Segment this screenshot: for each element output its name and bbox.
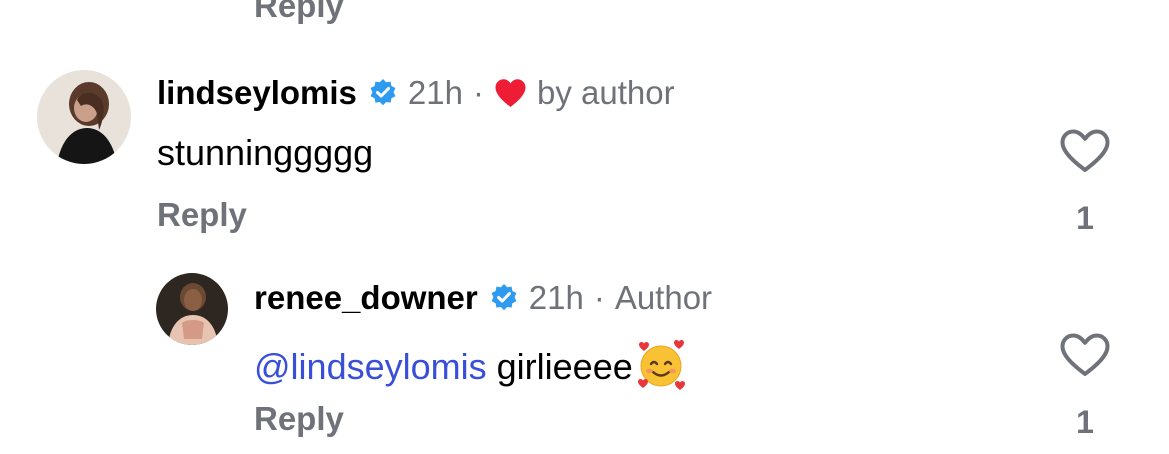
avatar[interactable] — [37, 70, 131, 164]
username[interactable]: renee_downer — [254, 281, 478, 314]
avatar[interactable] — [156, 273, 228, 345]
mention-link[interactable]: @lindseylomis — [254, 346, 487, 387]
smiling-face-with-hearts-icon — [635, 339, 687, 391]
separator-dot: · — [472, 74, 484, 111]
timestamp: 21h — [407, 74, 463, 111]
username[interactable]: lindseylomis — [157, 76, 357, 109]
like-heart-icon[interactable] — [1059, 128, 1111, 174]
heart-icon — [494, 78, 527, 108]
liked-by-author-label: by author — [536, 74, 675, 111]
previous-comment-reply-button[interactable]: Reply — [254, 0, 344, 22]
comment-text: @lindseylomis girlieeee — [254, 339, 687, 391]
comment-text: stunninggggg — [157, 132, 374, 173]
like-heart-icon[interactable] — [1059, 332, 1111, 378]
author-badge: Author — [614, 279, 713, 316]
reply-button[interactable]: Reply — [157, 198, 247, 231]
reply-button[interactable]: Reply — [254, 402, 344, 435]
comment-header: renee_downer 21h · Author — [254, 281, 712, 314]
like-count[interactable]: 1 — [1065, 202, 1105, 234]
verified-badge-icon — [368, 78, 398, 108]
timestamp: 21h — [528, 279, 584, 316]
separator-dot: · — [593, 279, 605, 316]
comment-text-body: girlieeee — [496, 346, 633, 387]
like-count[interactable]: 1 — [1065, 406, 1105, 438]
comment-header: lindseylomis 21h · by author — [157, 76, 675, 109]
verified-badge-icon — [489, 283, 519, 313]
